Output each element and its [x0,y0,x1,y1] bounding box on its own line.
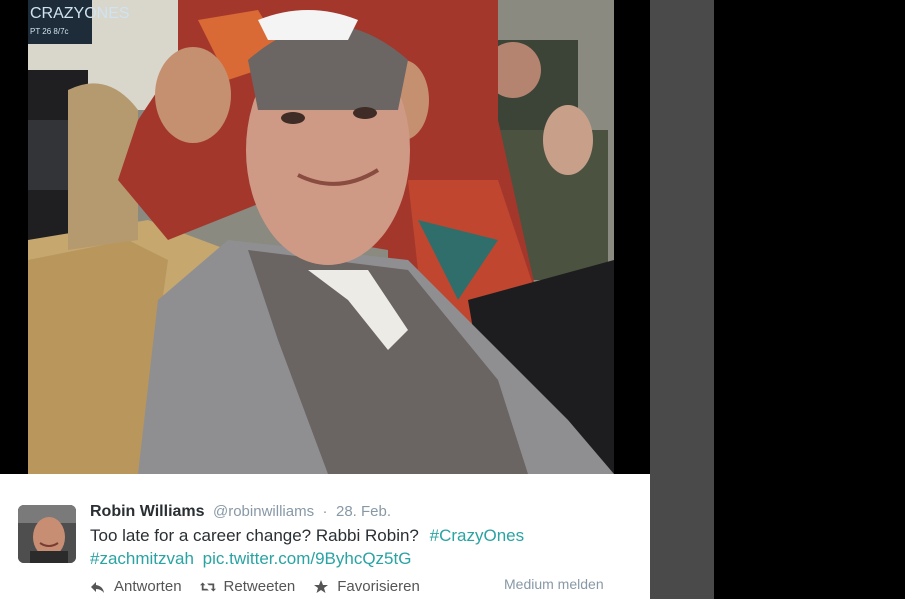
tweet-text-line-1: Too late for a career change? Rabbi Robi… [90,526,524,546]
reply-button[interactable]: Antworten [90,578,182,595]
pic-link[interactable]: pic.twitter.com/9ByhcQz5tG [203,549,412,568]
sign-subtext: PT 26 8/7c [30,27,69,36]
right-panel-divider [614,0,650,474]
favorite-button[interactable]: Favorisieren [313,578,420,595]
favorite-label: Favorisieren [337,578,420,595]
lightbox-background [714,0,905,599]
tweet-actions: Antworten Retweeten Favorisieren [90,578,438,595]
retweet-icon [199,582,216,591]
tweet-text-line-2: #zachmitzvah pic.twitter.com/9ByhcQz5tG [90,549,411,569]
sign-text: CRAZYONES [30,5,130,22]
tweet-photo[interactable]: CRAZYONES PT 26 8/7c [28,0,614,474]
tweet-card: Robin Williams @robinwilliams · 28. Feb.… [0,474,650,599]
avatar-image [18,505,76,563]
scroll-gutter [650,0,714,599]
retweet-button[interactable]: Retweeten [199,578,296,595]
reply-icon [91,581,104,593]
report-media-link[interactable]: Medium melden [504,576,604,592]
reply-label: Antworten [114,578,182,595]
author-handle[interactable]: @robinwilliams [213,503,314,520]
tweet-header: Robin Williams @robinwilliams · 28. Feb. [90,503,391,521]
author-name[interactable]: Robin Williams [90,503,205,520]
avatar[interactable] [18,505,76,563]
left-gutter [0,0,28,474]
tweet-date[interactable]: 28. Feb. [336,503,391,520]
hashtag-zachmitzvah[interactable]: #zachmitzvah [90,549,194,568]
photo-illustration: CRAZYONES PT 26 8/7c [28,0,614,474]
tweet-text: Too late for a career change? Rabbi Robi… [90,526,419,545]
retweet-label: Retweeten [223,578,296,595]
hashtag-crazyones[interactable]: #CrazyOnes [430,526,524,545]
star-icon [314,579,329,593]
separator-dot: · [322,503,328,520]
